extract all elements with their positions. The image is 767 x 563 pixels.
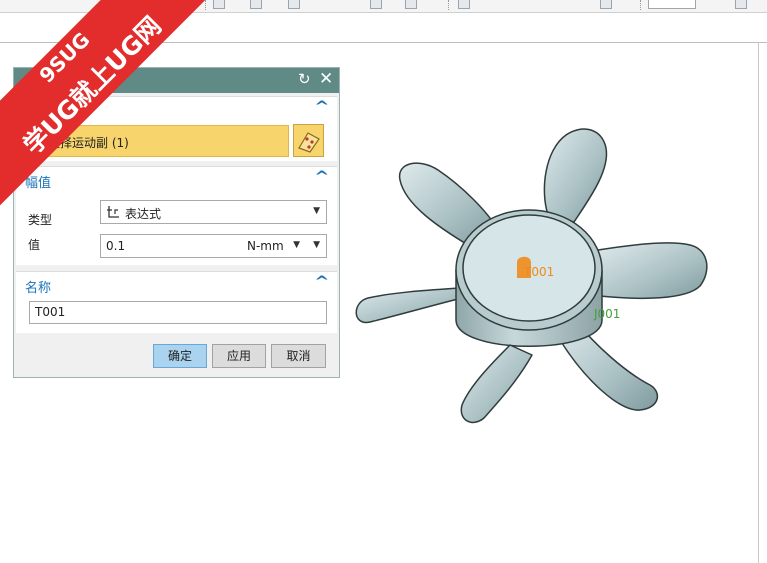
close-icon[interactable]: ✕ [319, 69, 333, 89]
reset-icon[interactable]: ↻ [298, 70, 311, 88]
toolbar-icon[interactable] [213, 0, 225, 9]
fan-blade[interactable] [543, 128, 608, 223]
torque-label: T001 [523, 265, 554, 279]
collapse-chevron-icon[interactable]: ^ [315, 99, 330, 115]
toolbar-separator [640, 0, 642, 10]
ok-button[interactable]: 确定 [153, 344, 207, 368]
toolbar-icon[interactable] [458, 0, 470, 9]
collapse-chevron-icon[interactable]: ^ [315, 169, 330, 185]
apply-button[interactable]: 应用 [212, 344, 266, 368]
select-object-icon [298, 132, 320, 153]
viewport-border [758, 42, 759, 563]
toolbar-icon[interactable] [735, 0, 747, 9]
fan-blade[interactable] [460, 344, 533, 424]
value-field[interactable]: 0.1 N-mm ▼ ▼ [100, 234, 327, 258]
toolbar-icon[interactable] [600, 0, 612, 9]
expression-icon [107, 206, 119, 218]
toolbar-separator [205, 0, 207, 10]
name-input[interactable]: T001 [29, 301, 327, 324]
unit-select[interactable]: N-mm [247, 239, 284, 253]
type-dropdown[interactable]: 表达式 ▼ [100, 200, 327, 224]
value-label: 值 [28, 238, 41, 252]
toolbar-input[interactable] [648, 0, 696, 9]
value-input[interactable]: 0.1 [106, 239, 125, 253]
graphics-viewport[interactable]: T001 J001 [340, 120, 720, 440]
fan-blade[interactable] [597, 242, 708, 300]
dropdown-arrow-icon[interactable]: ▼ [313, 240, 320, 250]
select-object-button[interactable] [293, 124, 324, 157]
toolbar-icon[interactable] [250, 0, 262, 9]
toolbar-icon[interactable] [370, 0, 382, 9]
toolbar-icon[interactable] [288, 0, 300, 9]
type-value: 表达式 [125, 207, 162, 221]
unit-dropdown-arrow-icon[interactable]: ▼ [293, 240, 300, 250]
toolbar-icon[interactable] [405, 0, 417, 9]
toolbar-separator [448, 0, 450, 10]
collapse-chevron-icon[interactable]: ^ [315, 274, 330, 290]
dropdown-arrow-icon: ▼ [313, 206, 320, 216]
type-label: 类型 [28, 213, 53, 227]
joint-label[interactable]: J001 [593, 307, 620, 321]
name-group-header: 名称 [25, 281, 52, 296]
fan-blade[interactable] [355, 287, 463, 324]
cancel-button[interactable]: 取消 [271, 344, 326, 368]
